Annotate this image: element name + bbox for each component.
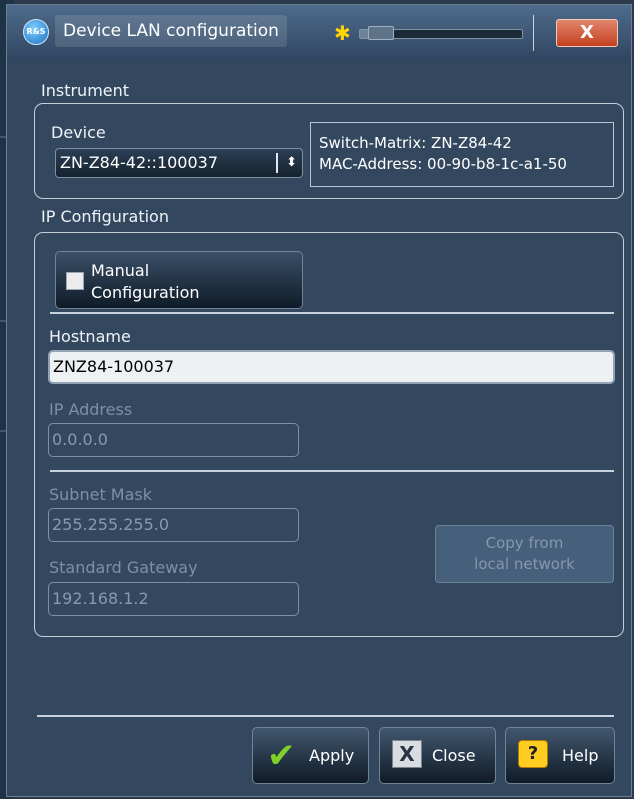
- close-window-button[interactable]: X: [556, 19, 618, 47]
- manual-configuration-button[interactable]: Manual Configuration: [55, 251, 303, 309]
- copy-label-line1: Copy from: [485, 534, 564, 552]
- apply-button[interactable]: ✔ Apply: [252, 727, 369, 784]
- manual-label-line1: Manual: [91, 261, 150, 280]
- manual-label-line2: Configuration: [91, 283, 200, 302]
- divider: [50, 470, 614, 472]
- checkmark-icon: ✔: [267, 736, 296, 776]
- help-button[interactable]: ? Help: [505, 727, 615, 784]
- mac-address-info: MAC-Address: 00-90-b8-1c-a1-50: [319, 155, 567, 173]
- ip-address-label: IP Address: [49, 400, 133, 419]
- combo-separator: [276, 153, 278, 173]
- close-label: Close: [432, 746, 476, 765]
- close-button[interactable]: X Close: [379, 727, 496, 784]
- device-select-value: ZN-Z84-42::100037: [60, 153, 219, 172]
- standard-gateway-input[interactable]: 192.168.1.2: [48, 582, 299, 616]
- brightness-icon: ✱: [334, 21, 351, 45]
- copy-label-line2: local network: [474, 555, 575, 573]
- slider-thumb[interactable]: [368, 26, 394, 40]
- app-logo-icon: R&S: [23, 19, 49, 45]
- dialog-window: R&S Device LAN configuration ✱ X Instrum…: [6, 4, 632, 797]
- close-x-icon: X: [392, 740, 422, 768]
- updown-arrow-icon: ⬍: [286, 155, 297, 170]
- transparency-slider[interactable]: [359, 26, 523, 40]
- help-icon: ?: [518, 740, 548, 768]
- device-label: Device: [51, 123, 106, 142]
- instrument-group-label: Instrument: [41, 81, 130, 100]
- ip-address-input[interactable]: 0.0.0.0: [48, 423, 299, 457]
- title-separator: [533, 15, 534, 51]
- device-select[interactable]: ZN-Z84-42::100037 ⬍: [55, 148, 303, 178]
- switch-matrix-info: Switch-Matrix: ZN-Z84-42: [319, 134, 512, 152]
- apply-label: Apply: [309, 746, 355, 765]
- subnet-mask-input[interactable]: 255.255.255.0: [48, 508, 299, 542]
- copy-from-local-network-button[interactable]: Copy from local network: [435, 525, 614, 583]
- divider: [50, 312, 614, 314]
- title-bar[interactable]: R&S Device LAN configuration ✱ X: [7, 5, 631, 60]
- manual-configuration-checkbox[interactable]: [66, 272, 84, 290]
- hostname-label: Hostname: [49, 327, 131, 346]
- window-title: Device LAN configuration: [55, 15, 287, 47]
- manual-configuration-label: Manual Configuration: [91, 260, 200, 304]
- hostname-input[interactable]: ZNZ84-100037: [48, 350, 615, 384]
- ip-config-group-label: IP Configuration: [41, 207, 169, 226]
- help-label: Help: [562, 746, 599, 765]
- device-info-box: Switch-Matrix: ZN-Z84-42 MAC-Address: 00…: [310, 122, 614, 187]
- footer-divider: [37, 715, 614, 717]
- subnet-mask-label: Subnet Mask: [49, 485, 153, 504]
- standard-gateway-label: Standard Gateway: [49, 558, 198, 577]
